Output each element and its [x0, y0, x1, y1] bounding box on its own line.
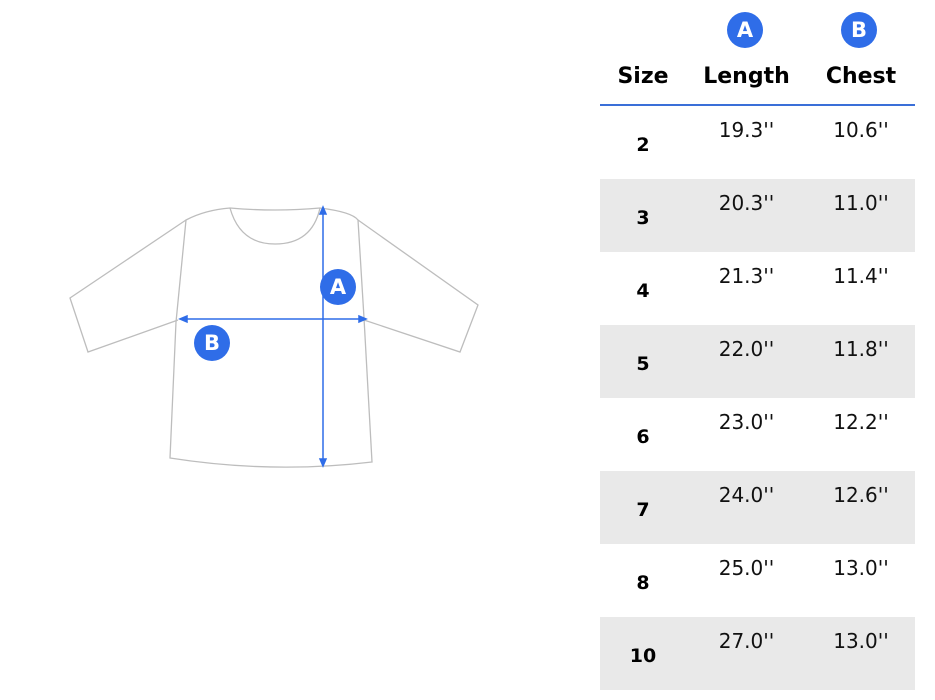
length-marker-badge: A [320, 269, 356, 305]
size-cell: 7 [636, 499, 650, 521]
chest-marker-badge: B [194, 325, 230, 361]
length-cell: 22.0'' [718, 337, 775, 361]
shirt-outline-icon [69, 205, 479, 468]
table-row: 5 22.0'' 11.8'' [600, 325, 915, 398]
chest-cell: 13.0'' [833, 629, 889, 653]
table-row: 2 19.3'' 10.6'' [600, 106, 915, 179]
size-cell: 5 [636, 353, 650, 375]
table-row: 4 21.3'' 11.4'' [600, 252, 915, 325]
size-cell: 10 [629, 645, 657, 667]
chest-cell: 13.0'' [833, 556, 889, 580]
length-cell: 23.0'' [718, 410, 775, 434]
table-header: Size Length Chest [600, 58, 915, 106]
length-cell: 24.0'' [718, 483, 775, 507]
length-cell: 27.0'' [718, 629, 775, 653]
table-row: 6 23.0'' 12.2'' [600, 398, 915, 471]
length-cell: 21.3'' [718, 264, 775, 288]
table-row: 3 20.3'' 11.0'' [600, 179, 915, 252]
chest-cell: 12.6'' [833, 483, 889, 507]
chest-cell: 11.4'' [833, 264, 889, 288]
table-row: 8 25.0'' 13.0'' [600, 544, 915, 617]
header-badges: A B [600, 0, 915, 58]
header-chest: Chest [825, 64, 897, 89]
header-length: Length [703, 64, 790, 89]
header-size: Size [617, 64, 669, 89]
length-column-badge: A [727, 12, 763, 48]
size-cell: 2 [636, 134, 650, 156]
length-cell: 20.3'' [718, 191, 775, 215]
chest-cell: 11.0'' [833, 191, 889, 215]
chest-cell: 10.6'' [833, 118, 889, 142]
size-cell: 4 [636, 280, 650, 302]
length-cell: 25.0'' [718, 556, 775, 580]
length-cell: 19.3'' [718, 118, 775, 142]
garment-diagram: A B [0, 0, 560, 700]
size-chart-table: A B Size Length Chest 2 19.3'' 10.6'' 3 … [600, 0, 915, 690]
chest-cell: 12.2'' [833, 410, 889, 434]
size-cell: 3 [636, 207, 650, 229]
chest-cell: 11.8'' [833, 337, 889, 361]
table-row: 7 24.0'' 12.6'' [600, 471, 915, 544]
size-cell: 8 [636, 572, 650, 594]
chest-column-badge: B [841, 12, 877, 48]
table-row: 10 27.0'' 13.0'' [600, 617, 915, 690]
size-cell: 6 [636, 426, 650, 448]
